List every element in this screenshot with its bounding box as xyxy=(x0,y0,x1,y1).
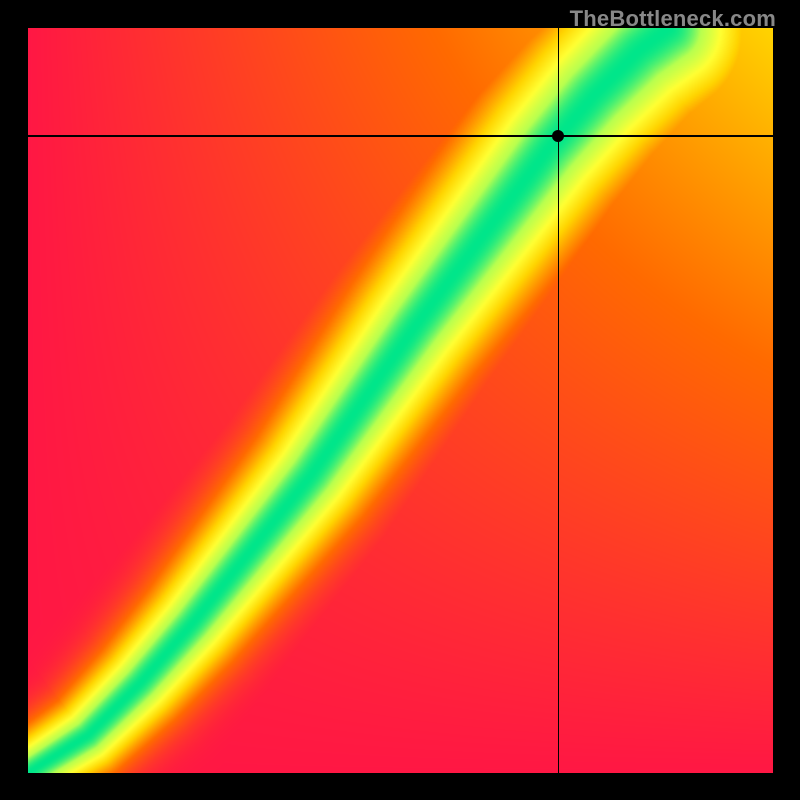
watermark-text: TheBottleneck.com xyxy=(570,6,776,32)
chart-container: TheBottleneck.com xyxy=(0,0,800,800)
heatmap-canvas xyxy=(28,28,773,773)
crosshair-horizontal xyxy=(28,135,773,137)
plot-area xyxy=(28,28,773,773)
intersection-marker xyxy=(552,130,564,142)
